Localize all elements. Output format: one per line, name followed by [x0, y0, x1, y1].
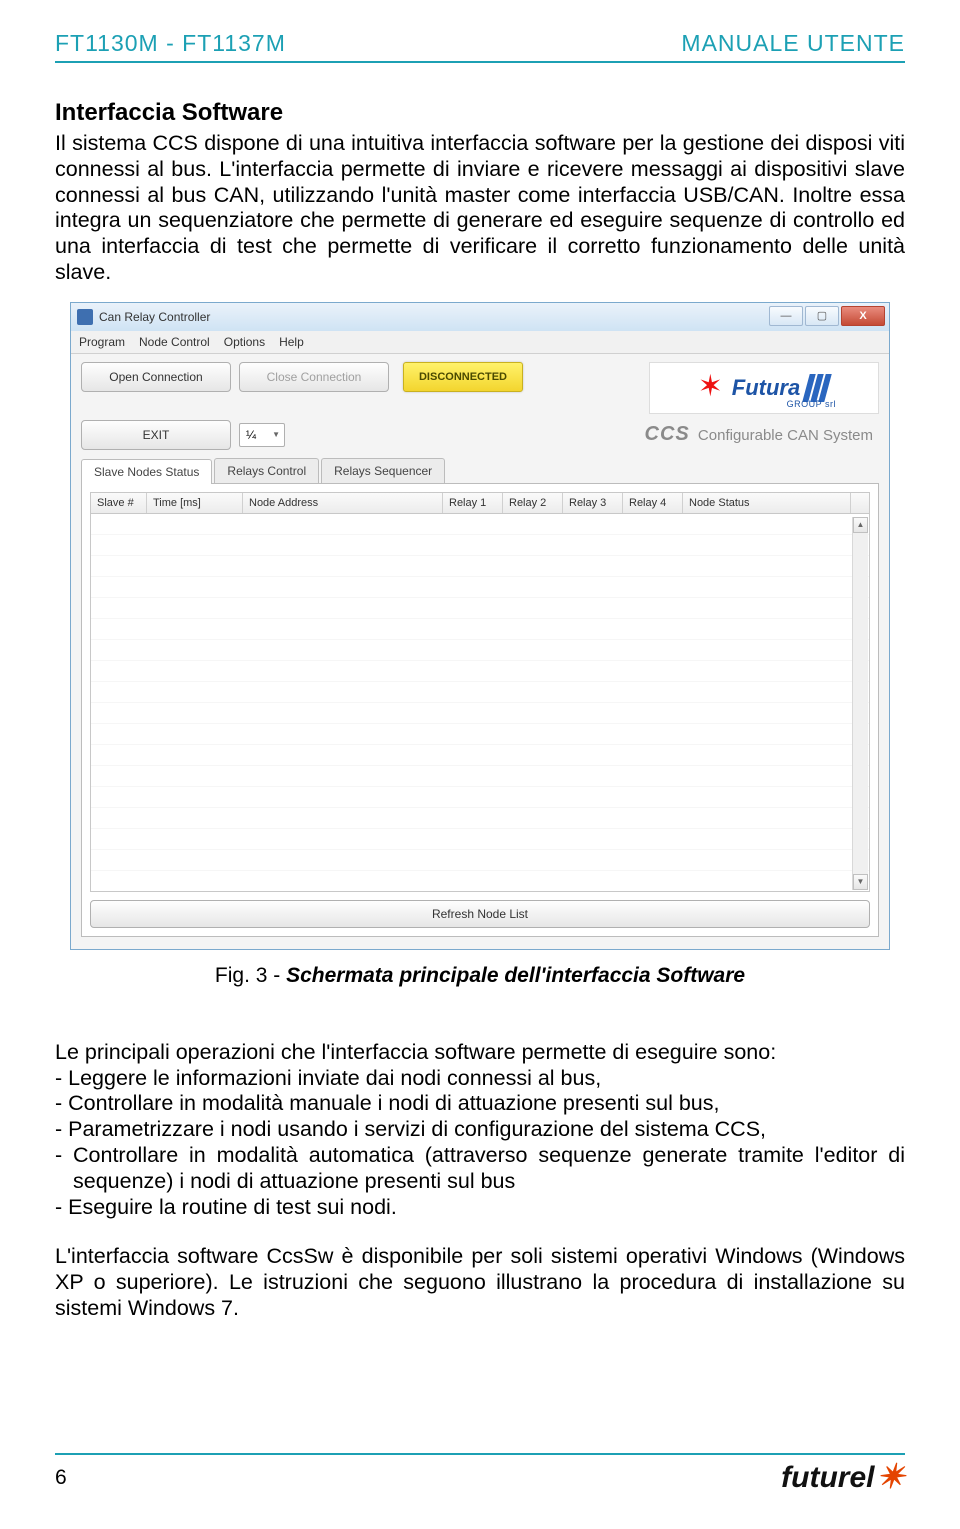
- minimize-button[interactable]: —: [769, 306, 803, 326]
- grid-body: [91, 514, 869, 884]
- exit-button[interactable]: EXIT: [81, 420, 231, 450]
- ccs-big: CCS: [645, 423, 690, 445]
- ops-item-5: - Eseguire la routine di test sui nodi.: [55, 1195, 905, 1221]
- col-relay4[interactable]: Relay 4: [623, 493, 683, 513]
- window-controls: — ▢ X: [769, 306, 885, 326]
- ccs-small: Configurable CAN System: [698, 427, 873, 444]
- window-titlebar: Can Relay Controller — ▢ X: [71, 303, 889, 331]
- window-title: Can Relay Controller: [99, 310, 210, 324]
- col-time[interactable]: Time [ms]: [147, 493, 243, 513]
- operations-intro: Le principali operazioni che l'interfacc…: [55, 1040, 905, 1066]
- grid-header-row: Slave # Time [ms] Node Address Relay 1 R…: [91, 493, 869, 514]
- menu-program[interactable]: Program: [79, 335, 125, 349]
- paragraph-1: Il sistema CCS dispone di una intuitiva …: [55, 131, 905, 286]
- close-button[interactable]: X: [841, 306, 885, 326]
- figure-caption: Fig. 3 - Schermata principale dell'inter…: [55, 964, 905, 988]
- futura-logo: Futura GROUP srl: [649, 362, 879, 414]
- col-node-address[interactable]: Node Address: [243, 493, 443, 513]
- doc-header-right: MANUALE UTENTE: [681, 30, 905, 57]
- col-scroll-spacer: [851, 493, 869, 513]
- open-connection-button[interactable]: Open Connection: [81, 362, 231, 392]
- futurel-text: futurel: [781, 1461, 874, 1495]
- left-button-col: Open Connection: [81, 362, 231, 414]
- col-relay3[interactable]: Relay 3: [563, 493, 623, 513]
- tab-pane: Slave # Time [ms] Node Address Relay 1 R…: [81, 484, 879, 937]
- fig-caption-prefix: Fig. 3 -: [215, 964, 286, 987]
- page-number: 6: [55, 1466, 67, 1490]
- tab-bar: Slave Nodes Status Relays Control Relays…: [81, 458, 879, 484]
- grid-scrollbar[interactable]: ▲ ▼: [852, 517, 868, 890]
- paragraph-2: L'interfaccia software CcsSw è disponibi…: [55, 1244, 905, 1321]
- section-title: Interfaccia Software: [55, 99, 905, 127]
- connection-status-chip: DISCONNECTED: [403, 362, 523, 392]
- logo-stripes-icon: [806, 374, 828, 402]
- star-icon: [700, 375, 726, 401]
- fig-caption-italic: Schermata principale dell'interfaccia So…: [286, 964, 745, 987]
- scroll-down-icon[interactable]: ▼: [853, 874, 868, 890]
- document-header: FT1130M - FT1137M MANUALE UTENTE: [55, 30, 905, 63]
- futurel-logo: futurel ✴: [781, 1461, 905, 1495]
- col-node-status[interactable]: Node Status: [683, 493, 851, 513]
- tab-relays-sequencer[interactable]: Relays Sequencer: [321, 458, 445, 483]
- toolbar-row-2: EXIT ¼ CCS Configurable CAN System: [81, 420, 879, 450]
- toolbar-row-1: Open Connection Close Connection DISCONN…: [81, 362, 879, 414]
- operations-list: - Leggere le informazioni inviate dai no…: [55, 1066, 905, 1221]
- maximize-button[interactable]: ▢: [805, 306, 839, 326]
- doc-header-left: FT1130M - FT1137M: [55, 30, 286, 57]
- menu-options[interactable]: Options: [224, 335, 265, 349]
- value-spinner[interactable]: ¼: [239, 423, 285, 447]
- tab-relays-control[interactable]: Relays Control: [214, 458, 319, 483]
- app-icon: [77, 309, 93, 325]
- document-footer: 6 futurel ✴: [55, 1453, 905, 1495]
- data-grid: Slave # Time [ms] Node Address Relay 1 R…: [90, 492, 870, 892]
- ccs-tagline: CCS Configurable CAN System: [645, 423, 879, 446]
- ops-item-1: - Leggere le informazioni inviate dai no…: [55, 1066, 905, 1092]
- ops-item-3: - Parametrizzare i nodi usando i servizi…: [55, 1117, 905, 1143]
- refresh-node-list-button[interactable]: Refresh Node List: [90, 900, 870, 928]
- window-frame: Can Relay Controller — ▢ X Program Node …: [70, 302, 890, 950]
- menu-bar: Program Node Control Options Help: [71, 331, 889, 354]
- tab-slave-nodes-status[interactable]: Slave Nodes Status: [81, 459, 212, 484]
- col-slave[interactable]: Slave #: [91, 493, 147, 513]
- spinner-value: ¼: [246, 428, 256, 442]
- ops-item-2: - Controllare in modalità manuale i nodi…: [55, 1091, 905, 1117]
- menu-help[interactable]: Help: [279, 335, 304, 349]
- app-body: Open Connection Close Connection DISCONN…: [71, 354, 889, 949]
- burst-icon: ✴: [877, 1464, 906, 1491]
- scroll-up-icon[interactable]: ▲: [853, 517, 868, 533]
- col-relay1[interactable]: Relay 1: [443, 493, 503, 513]
- menu-node-control[interactable]: Node Control: [139, 335, 210, 349]
- futura-logo-sub: GROUP srl: [787, 399, 836, 409]
- app-screenshot: Can Relay Controller — ▢ X Program Node …: [70, 302, 890, 950]
- col-relay2[interactable]: Relay 2: [503, 493, 563, 513]
- close-connection-button[interactable]: Close Connection: [239, 362, 389, 392]
- ops-item-4: - Controllare in modalità automatica (at…: [55, 1143, 905, 1195]
- futura-logo-text: Futura: [732, 375, 800, 401]
